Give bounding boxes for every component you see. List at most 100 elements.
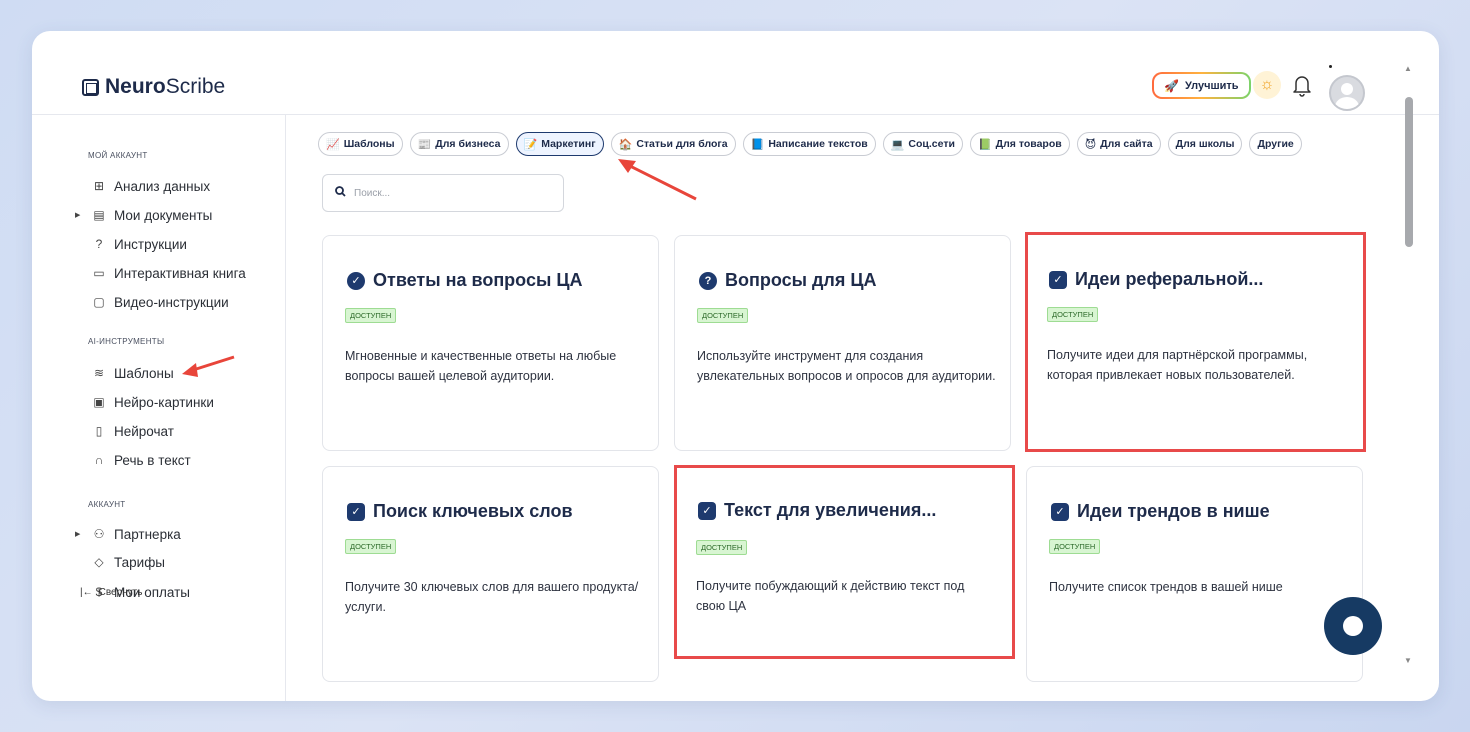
caret-right-icon: ▶ (75, 531, 81, 538)
section-label-ai-tools: AI-инструменты (88, 337, 165, 346)
template-card[interactable]: ✓ Текст для увеличения... доступен Получи… (674, 465, 1015, 659)
sidebar-item-instructions[interactable]: ? Инструкции (80, 234, 187, 254)
sidebar-item-video-instructions[interactable]: ▢ Видео-инструкции (80, 292, 228, 312)
upgrade-label: Улучшить (1184, 79, 1239, 92)
filter-chip-other[interactable]: Другие (1249, 132, 1302, 156)
annotation-arrow (618, 159, 697, 201)
filter-chip-blog[interactable]: 🏠 Статьи для блога (610, 132, 736, 156)
search-input[interactable] (354, 187, 544, 199)
status-badge: доступен (345, 308, 397, 323)
book-icon: ▭ (93, 266, 105, 280)
collapse-sidebar-button[interactable]: |← Свернуть (80, 587, 142, 598)
users-icon: ⚇ (93, 527, 105, 541)
card-title: Ответы на вопросы ЦА (373, 270, 583, 290)
status-badge: доступен (696, 540, 748, 555)
sidebar-item-label: Инструкции (114, 236, 187, 252)
sidebar-item-my-documents[interactable]: ▶ ▤ Мои документы (75, 205, 213, 225)
sidebar-item-label: Партнерка (114, 526, 181, 542)
card-title: Идеи реферальной... (1075, 269, 1264, 289)
collapse-icon: |← (80, 587, 93, 598)
card-description: Мгновенные и качественные ответы на любы… (345, 349, 617, 383)
sidebar-item-data-analysis[interactable]: ⊞ Анализ данных (80, 176, 210, 196)
template-card[interactable]: ? Вопросы для ЦА доступен Используйте инс… (674, 235, 1011, 451)
sidebar-item-label: Шаблоны (114, 365, 174, 381)
filter-chip-marketing[interactable]: 📝 Маркетинг (515, 132, 604, 156)
scroll-down-arrow-icon[interactable]: ▼ (1404, 656, 1412, 665)
bell-icon[interactable] (1291, 73, 1313, 97)
caret-right-icon: ▶ (75, 212, 81, 219)
status-badge: доступен (697, 308, 749, 323)
search-icon (335, 186, 346, 200)
upgrade-button[interactable]: 🚀 Улучшить (1152, 72, 1251, 99)
chat-widget-button[interactable] (1324, 597, 1382, 655)
chart-icon: 📈 (326, 138, 340, 151)
collapse-label: Свернуть (98, 587, 143, 598)
chat-icon: ▯ (95, 424, 103, 438)
filter-chip-business[interactable]: 📰 Для бизнеса (409, 132, 509, 156)
sidebar-item-partners[interactable]: ▶ ⚇ Партнерка (75, 524, 181, 544)
sidebar-item-tariffs[interactable]: ◇ Тарифы (80, 552, 165, 572)
document-icon: ▤ (93, 208, 105, 222)
scroll-up-arrow-icon[interactable]: ▲ (1404, 64, 1412, 73)
video-icon: ▢ (93, 295, 105, 309)
card-title: Поиск ключевых слов (373, 501, 573, 521)
template-card[interactable]: ✓ Поиск ключевых слов доступен Получите 3… (322, 466, 659, 682)
help-circle-icon: ? (95, 237, 103, 251)
logo-icon (82, 78, 99, 96)
rocket-icon: 🚀 (1164, 78, 1179, 93)
card-description: Получите список трендов в вашей нише (1049, 580, 1283, 594)
sidebar-item-templates[interactable]: ≋ Шаблоны (80, 363, 174, 383)
tag-icon: ◇ (94, 555, 104, 569)
sidebar-item-speech-to-text[interactable]: ∩ Речь в текст (80, 450, 191, 470)
section-label-account: Аккаунт (88, 500, 126, 509)
grid-icon: ⊞ (93, 179, 105, 193)
sidebar-item-interactive-book[interactable]: ▭ Интерактивная книга (80, 263, 246, 283)
filter-chip-social[interactable]: 💻 Соц.сети (882, 132, 963, 156)
question-circle-icon: ? (699, 271, 717, 290)
card-description: Получите 30 ключевых слов для вашего про… (345, 580, 639, 614)
logo[interactable]: NeuroScribe (82, 75, 225, 99)
filter-chip-school[interactable]: Для школы (1167, 132, 1243, 156)
laptop-icon: 💻 (890, 138, 905, 151)
template-card[interactable]: ✓ Идеи реферальной... доступен Получите и… (1025, 232, 1366, 452)
filter-chip-templates[interactable]: 📈 Шаблоны (318, 132, 403, 156)
check-box-icon: ✓ (347, 502, 365, 521)
status-badge: доступен (1047, 307, 1099, 322)
scrollbar-thumb[interactable] (1405, 97, 1413, 247)
filter-chip-website[interactable]: 😈 Для сайта (1076, 132, 1161, 156)
book-icon: 📘 (750, 138, 765, 151)
annotation-arrow (182, 355, 235, 377)
category-filters: 📈 Шаблоны 📰 Для бизнеса 📝 Маркетинг 🏠 Статьи… (318, 132, 1302, 156)
logo-rest: Scribe (165, 75, 226, 98)
check-box-icon: ✓ (1051, 502, 1069, 521)
card-description: Используйте инструмент для создания увле… (697, 349, 996, 383)
image-icon: ▣ (93, 395, 105, 409)
newspaper-icon: 📰 (417, 138, 432, 151)
house-icon: 🏠 (618, 138, 633, 151)
sidebar-item-label: Нейро-картинки (114, 394, 214, 410)
search-field[interactable] (322, 174, 564, 212)
template-card[interactable]: ✓ Ответы на вопросы ЦА доступен Мгновенны… (322, 235, 659, 451)
avatar[interactable] (1329, 75, 1365, 111)
check-box-icon: ✓ (1049, 270, 1067, 289)
theme-toggle-sun-icon[interactable]: ☼ (1253, 71, 1281, 99)
sidebar-item-label: Речь в текст (114, 452, 191, 468)
notification-dot (1329, 65, 1332, 68)
section-label-my-account: Мой аккаунт (88, 151, 148, 160)
check-box-icon: ✓ (698, 501, 716, 520)
devil-icon: 😈 (1084, 138, 1097, 151)
filter-chip-products[interactable]: 📗 Для товаров (969, 132, 1070, 156)
card-title: Текст для увеличения... (724, 500, 937, 520)
headphones-icon: ∩ (94, 453, 104, 467)
logo-bold: Neuro (105, 75, 166, 98)
sidebar-item-label: Мои документы (114, 207, 213, 223)
template-card[interactable]: ✓ Идеи трендов в нише доступен Получите с… (1026, 466, 1363, 682)
card-title: Вопросы для ЦА (725, 270, 877, 290)
sidebar-item-neurochat[interactable]: ▯ Нейрочат (80, 421, 174, 441)
top-bar: NeuroScribe 🚀 Улучшить ☼ (32, 31, 1439, 115)
filter-chip-copywriting[interactable]: 📘 Написание текстов (742, 132, 876, 156)
sidebar-item-label: Нейрочат (114, 423, 174, 439)
sidebar-item-neuro-images[interactable]: ▣ Нейро-картинки (80, 392, 214, 412)
sidebar-item-label: Интерактивная книга (114, 265, 246, 281)
card-title: Идеи трендов в нише (1077, 501, 1270, 521)
